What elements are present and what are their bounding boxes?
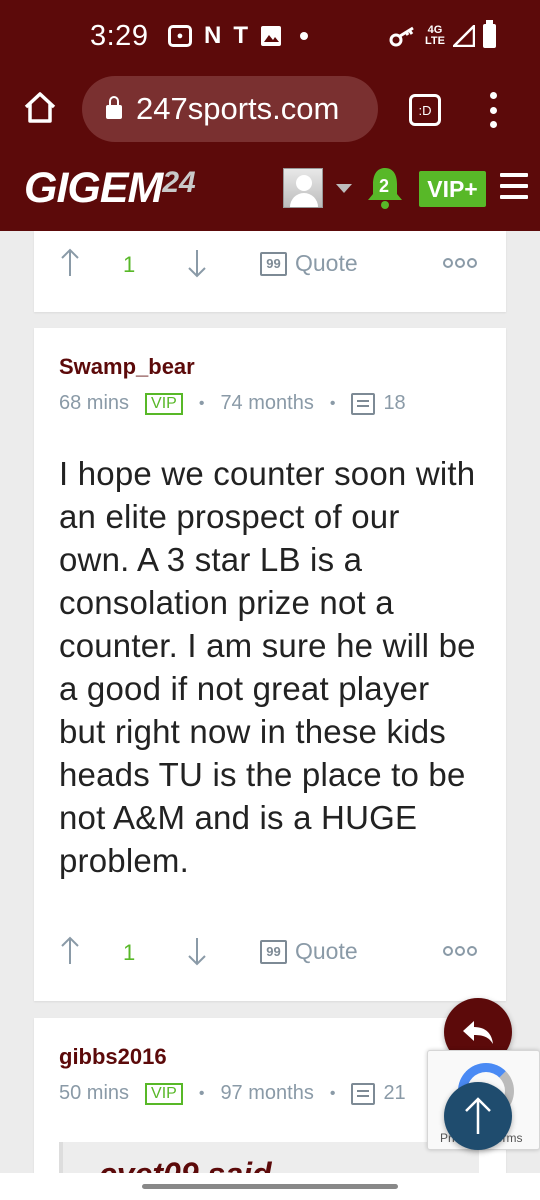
post-meta: 50 mins VIP • 97 months • 21	[59, 1082, 406, 1105]
home-gesture-handle[interactable]	[142, 1184, 398, 1189]
upvote-count: 1	[123, 940, 136, 965]
post-username[interactable]: Swamp_bear	[59, 354, 195, 380]
gesture-nav-bar	[0, 1173, 540, 1200]
separator-dot: •	[329, 394, 336, 412]
quote-icon: 99	[260, 251, 287, 276]
post-body: I hope we counter soon with an elite pro…	[59, 455, 476, 879]
vip-badge: VIP	[145, 392, 183, 415]
separator-dot: •	[329, 1084, 336, 1102]
site-header: GIGEM24 2 VIP+	[0, 146, 540, 231]
downvote-icon[interactable]	[187, 936, 207, 966]
dot-icon	[300, 32, 309, 40]
image-icon	[261, 26, 282, 46]
tabs-button[interactable]: :D	[409, 94, 441, 126]
status-icons-right: 4G LTE	[389, 20, 496, 52]
post-card: 1 99 Quote	[34, 231, 506, 312]
browser-toolbar: 247sports.com :D	[0, 72, 540, 146]
downvote-icon[interactable]	[187, 248, 207, 278]
4g-lte-icon: 4G LTE	[425, 24, 445, 47]
post-username[interactable]: gibbs2016	[59, 1044, 167, 1070]
arrow-up-icon	[465, 1097, 491, 1134]
more-options-icon[interactable]	[443, 258, 477, 268]
t-icon: T	[233, 22, 249, 49]
quote-button[interactable]: 99 Quote	[260, 938, 358, 965]
url-bar[interactable]: 247sports.com	[82, 76, 378, 142]
lock-icon	[106, 96, 122, 119]
post-count[interactable]: 21	[383, 1082, 405, 1105]
notifications-bell-icon[interactable]: 2	[366, 166, 404, 210]
hamburger-menu-icon[interactable]	[500, 173, 528, 199]
upvote-count: 1	[123, 252, 136, 277]
quote-button[interactable]: 99 Quote	[260, 250, 358, 277]
post-time: 50 mins	[59, 1082, 130, 1104]
browser-menu-icon[interactable]	[487, 92, 499, 128]
notification-count: 2	[379, 176, 390, 196]
upvote-icon[interactable]	[60, 936, 80, 966]
post-time: 68 mins	[59, 392, 130, 414]
site-logo[interactable]: GIGEM24	[24, 164, 196, 213]
reply-icon	[463, 1021, 493, 1044]
home-icon[interactable]	[22, 90, 58, 126]
post-actions: 1 99 Quote	[34, 246, 506, 286]
separator-dot: •	[198, 1084, 205, 1102]
quote-icon: 99	[260, 939, 287, 964]
status-bar: 3:29 ● N T 4G LTE	[0, 0, 540, 72]
chevron-down-icon[interactable]	[336, 184, 352, 193]
post-actions: 1 99 Quote	[34, 934, 506, 974]
signal-icon	[453, 25, 475, 47]
post-count[interactable]: 18	[383, 392, 405, 415]
scroll-to-top-button[interactable]	[444, 1082, 512, 1150]
more-options-icon[interactable]	[443, 946, 477, 956]
post-card: Swamp_bear 68 mins VIP • 74 months • 18 …	[34, 328, 506, 1001]
upvote-icon[interactable]	[60, 248, 80, 278]
status-time: 3:29	[90, 20, 149, 52]
posts-count-icon	[351, 1082, 376, 1105]
vip-button[interactable]: VIP+	[419, 171, 486, 207]
user-avatar[interactable]	[283, 168, 323, 208]
top-chrome: 3:29 ● N T 4G LTE 247sports.com :D GIGEM…	[0, 0, 540, 231]
battery-icon	[483, 20, 496, 48]
post-meta: 68 mins VIP • 74 months • 18	[59, 392, 406, 415]
vip-badge: VIP	[145, 1082, 183, 1105]
posts-count-icon	[351, 392, 376, 415]
member-duration: 74 months	[220, 392, 314, 414]
status-icons-left: ● N T	[168, 20, 309, 52]
url-text: 247sports.com	[136, 91, 340, 126]
n-icon: N	[204, 22, 222, 49]
radio-icon: ●	[168, 25, 192, 47]
separator-dot: •	[198, 394, 205, 412]
member-duration: 97 months	[220, 1082, 314, 1104]
key-icon	[389, 26, 414, 47]
